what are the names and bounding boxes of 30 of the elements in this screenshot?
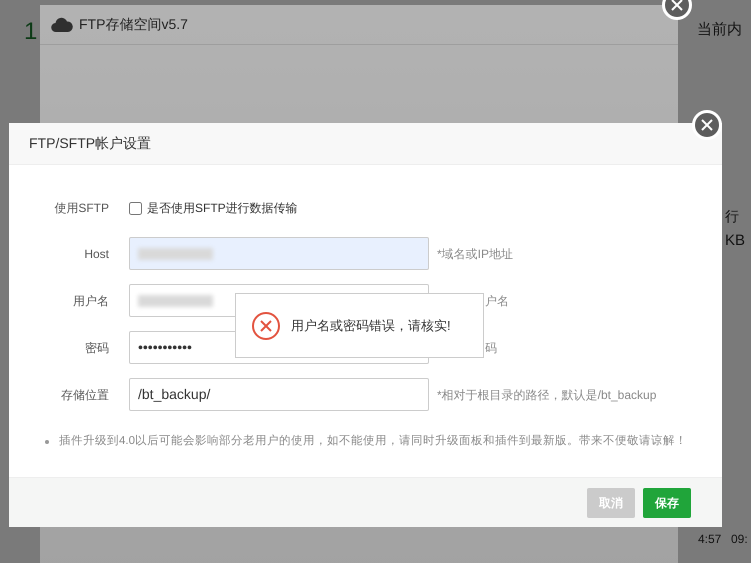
close-button[interactable] bbox=[692, 110, 722, 140]
field-hint: *域名或IP地址 bbox=[437, 246, 514, 262]
field-label: 密码 bbox=[84, 340, 109, 356]
bullet-icon bbox=[45, 440, 49, 444]
close-icon bbox=[671, 0, 683, 11]
background-text: 09: bbox=[731, 531, 748, 548]
background-text: 当前内 bbox=[697, 20, 742, 40]
input-field[interactable]: /bt_backup/ bbox=[129, 378, 429, 411]
cloud-icon bbox=[51, 16, 73, 32]
toast-message: 用户名或密码错误，请核实! bbox=[291, 316, 451, 335]
field-label: 存储位置 bbox=[60, 386, 109, 404]
save-button[interactable]: 保存 bbox=[643, 488, 691, 518]
field-hint: 码 bbox=[485, 340, 497, 356]
field-label: 用户名 bbox=[72, 292, 109, 310]
field-hint: 户名 bbox=[485, 292, 509, 310]
field-label: Host bbox=[83, 246, 109, 262]
note-text: 插件升级到4.0以后可能会影响部分老用户的使用，如不能使用，请同时升级面板和插件到最新版。带来不便敬请谅解！ bbox=[59, 433, 687, 449]
sftp-checkbox[interactable] bbox=[129, 202, 142, 214]
dialog-title: FTP/SFTP帐户设置 bbox=[29, 134, 152, 153]
background-text: 4:57 bbox=[698, 531, 722, 548]
background-text: 1 bbox=[24, 17, 38, 47]
error-icon bbox=[251, 310, 281, 340]
background-text: KB bbox=[725, 231, 746, 251]
background-text: 行 bbox=[725, 207, 739, 226]
checkbox-label: 是否使用SFTP进行数据传输 bbox=[147, 200, 298, 217]
window-title: FTP存储空间v5.7 bbox=[79, 15, 188, 34]
input-field[interactable] bbox=[129, 237, 429, 270]
field-label: 使用SFTP bbox=[53, 200, 109, 217]
field-hint: *相对于根目录的路径，默认是/bt_backup bbox=[437, 386, 656, 404]
close-icon bbox=[701, 119, 713, 131]
